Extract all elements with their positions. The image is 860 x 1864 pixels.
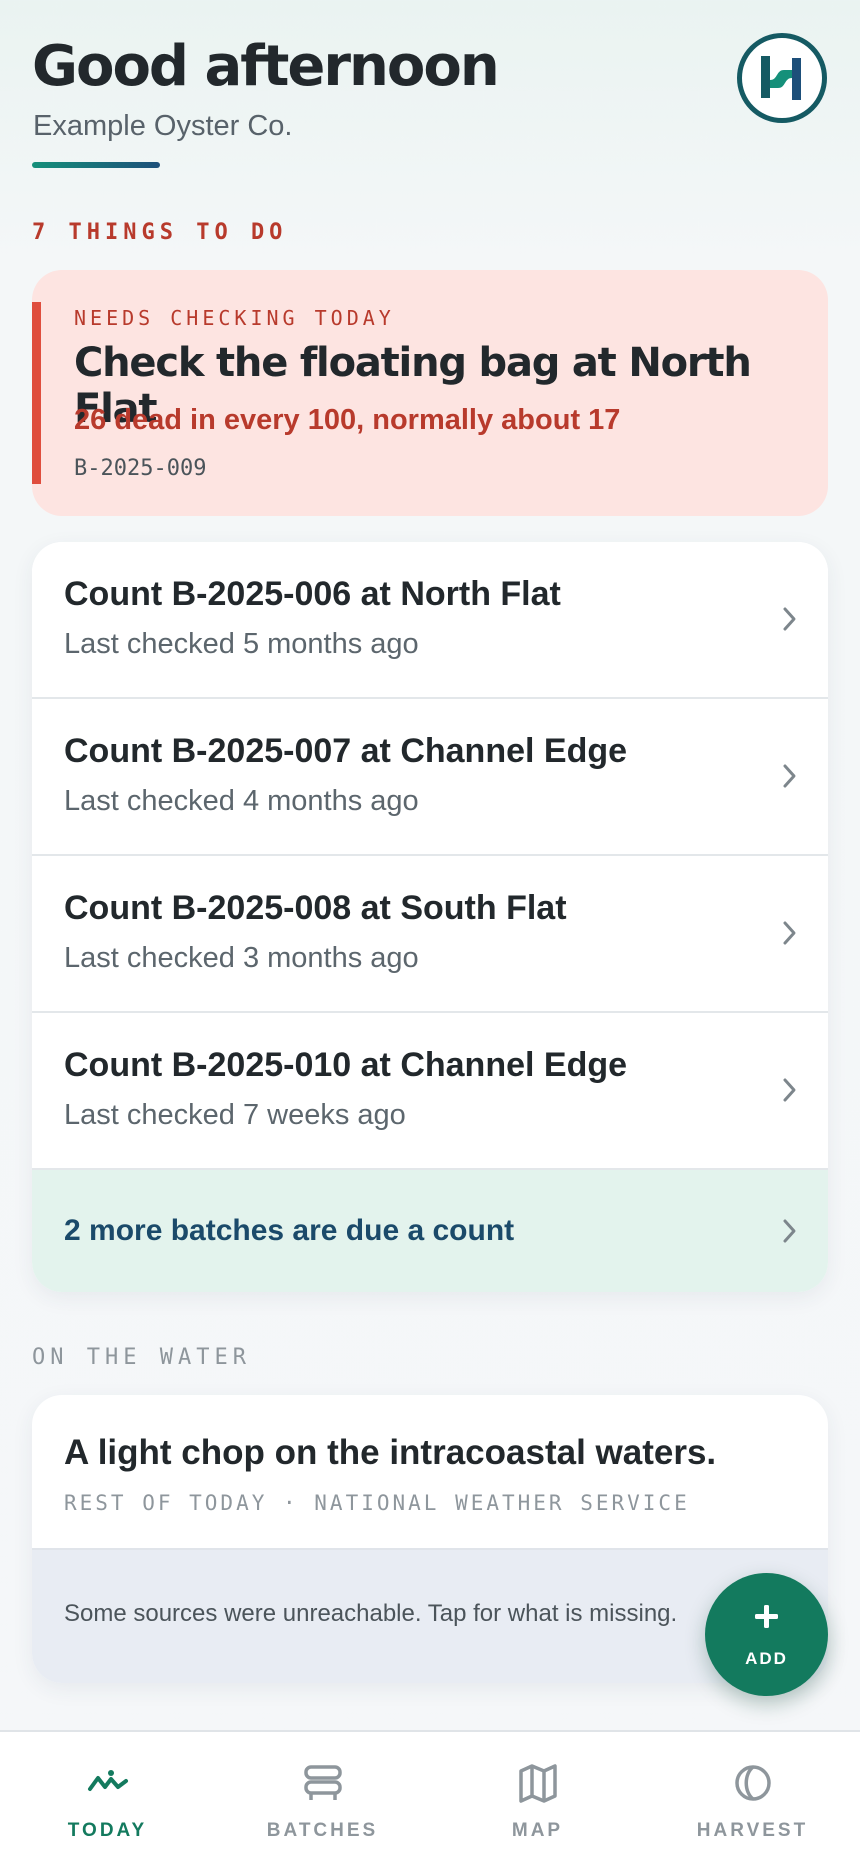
alert-detail: 26 dead in every 100, normally about 17 (74, 404, 621, 436)
task-subtitle: Last checked 3 months ago (64, 942, 419, 974)
nav-tab-harvest[interactable]: HARVEST (645, 1732, 860, 1864)
weather-summary: A light chop on the intracoastal waters. (64, 1433, 717, 1472)
alert-card[interactable]: NEEDS CHECKING TODAY Check the floating … (32, 270, 828, 516)
water-section-label: ON THE WATER (32, 1345, 251, 1370)
company-name: Example Oyster Co. (33, 110, 293, 142)
wave-icon (88, 1770, 128, 1791)
more-batches-row[interactable]: 2 more batches are due a count (32, 1170, 828, 1292)
nav-tab-today[interactable]: TODAY (0, 1732, 215, 1864)
nav-label-harvest: HARVEST (696, 1820, 809, 1841)
stack-icon (304, 1765, 342, 1800)
company-logo-icon[interactable] (737, 33, 827, 123)
alert-batch-code: B-2025-009 (74, 456, 207, 481)
alert-severity-bar (32, 302, 41, 484)
task-subtitle: Last checked 5 months ago (64, 628, 419, 660)
nav-label-batches: BATCHES (266, 1820, 379, 1841)
task-subtitle: Last checked 4 months ago (64, 785, 419, 817)
task-row[interactable]: Count B-2025-008 at South Flat Last chec… (32, 856, 828, 1013)
nav-label-today: TODAY (67, 1820, 148, 1841)
nav-tab-batches[interactable]: BATCHES (215, 1732, 430, 1864)
task-row[interactable]: Count B-2025-007 at Channel Edge Last ch… (32, 699, 828, 856)
moon-icon (735, 1765, 771, 1801)
missing-sources-text: Some sources were unreachable. Tap for w… (64, 1600, 678, 1627)
task-title: Count B-2025-008 at South Flat (64, 889, 567, 927)
map-icon (519, 1764, 557, 1803)
chevron-right-icon (783, 1219, 796, 1243)
task-row[interactable]: Count B-2025-010 at Channel Edge Last ch… (32, 1013, 828, 1170)
task-title: Count B-2025-007 at Channel Edge (64, 732, 628, 770)
alert-kicker: NEEDS CHECKING TODAY (74, 306, 395, 330)
chevron-right-icon (783, 607, 796, 631)
task-title: Count B-2025-006 at North Flat (64, 575, 561, 613)
task-subtitle: Last checked 7 weeks ago (64, 1099, 406, 1131)
plus-icon (755, 1605, 778, 1628)
more-batches-label: 2 more batches are due a count (64, 1214, 515, 1247)
task-title: Count B-2025-010 at Channel Edge (64, 1046, 628, 1084)
weather-source: REST OF TODAY · NATIONAL WEATHER SERVICE (64, 1491, 690, 1515)
bottom-nav: TODAY BATCHES MAP HARVEST (0, 1730, 860, 1864)
nav-tab-map[interactable]: MAP (430, 1732, 645, 1864)
header-accent-line (32, 162, 160, 168)
greeting-heading: Good afternoon (32, 34, 500, 99)
chevron-right-icon (783, 921, 796, 945)
task-list: Count B-2025-006 at North Flat Last chec… (32, 542, 828, 1292)
task-row[interactable]: Count B-2025-006 at North Flat Last chec… (32, 542, 828, 699)
add-button-label: ADD (745, 1649, 788, 1668)
chevron-right-icon (783, 764, 796, 788)
chevron-right-icon (783, 1078, 796, 1102)
add-button[interactable]: ADD (705, 1573, 828, 1696)
nav-label-map: MAP (511, 1820, 564, 1841)
todo-section-label: 7 THINGS TO DO (32, 220, 288, 245)
